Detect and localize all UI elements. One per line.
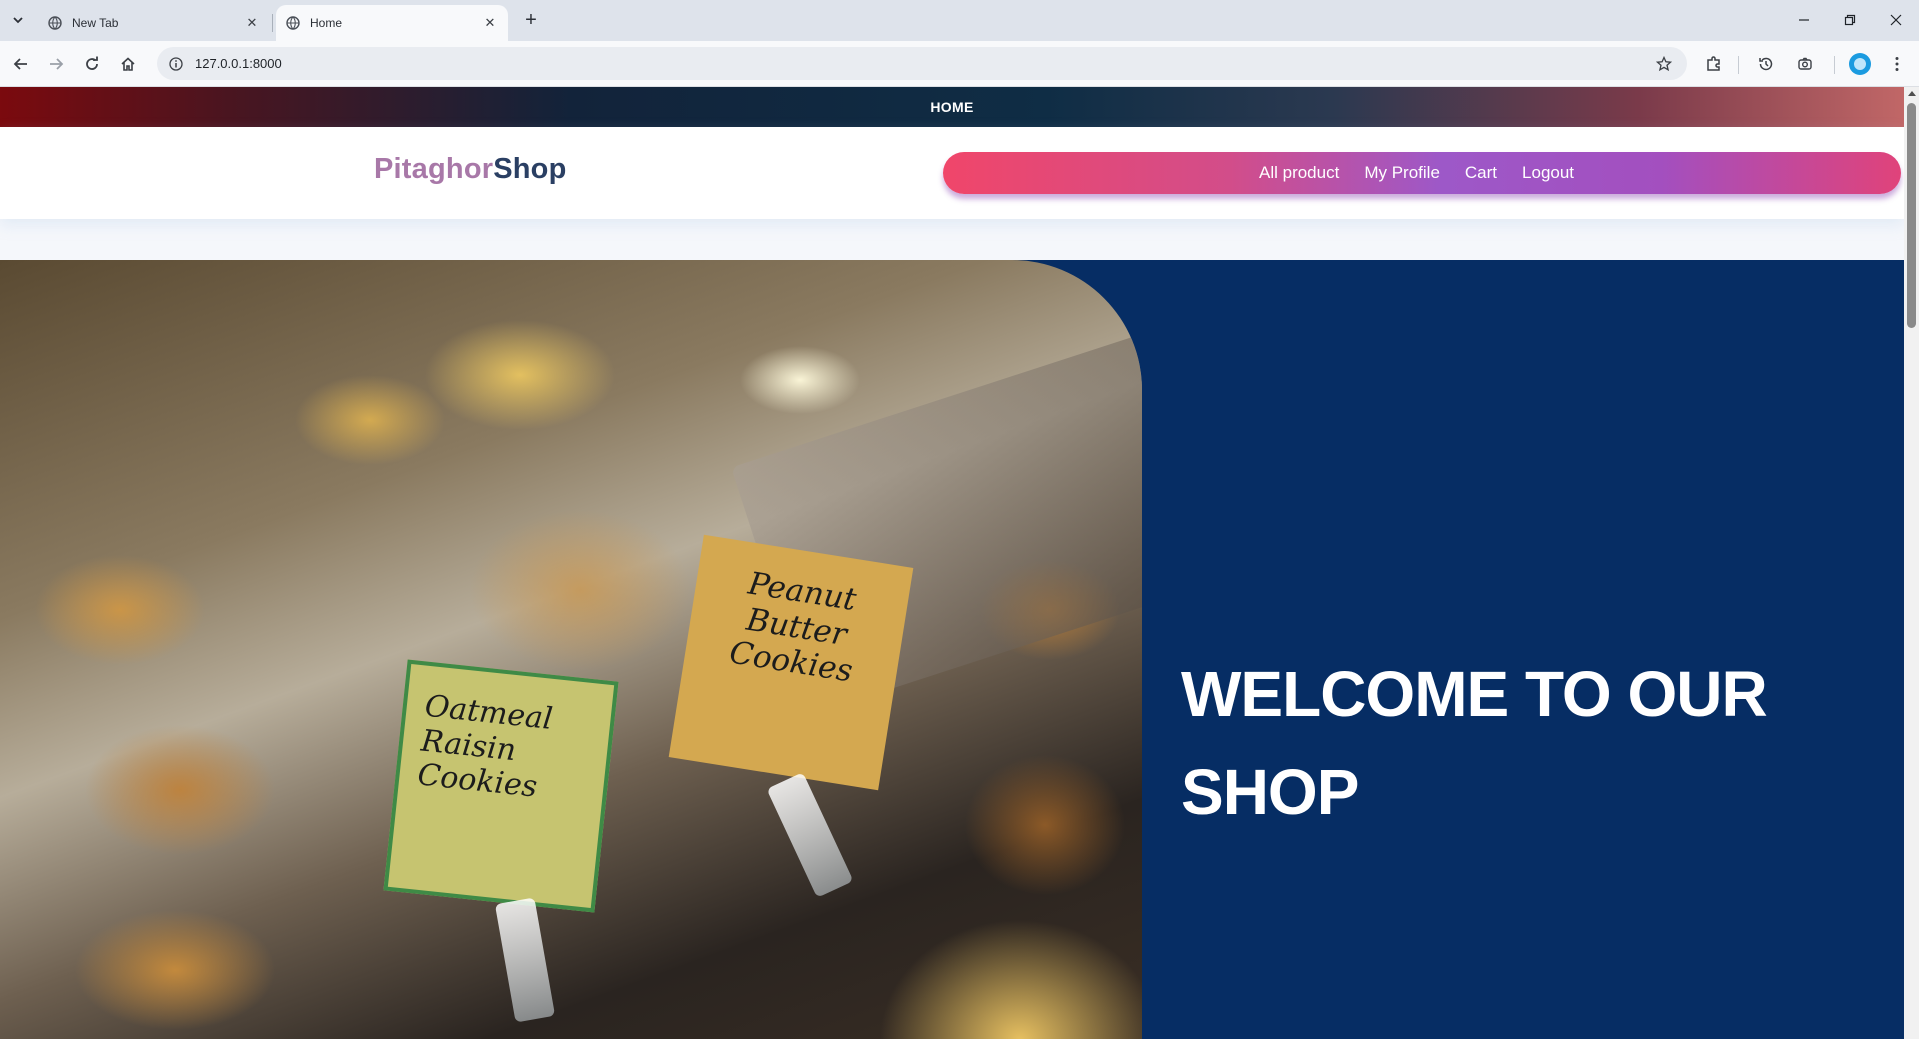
nav-cart[interactable]: Cart xyxy=(1465,163,1497,183)
camera-icon xyxy=(1798,57,1812,70)
sign-clip xyxy=(766,772,854,898)
plus-icon: + xyxy=(525,8,537,31)
back-button[interactable] xyxy=(7,50,35,78)
puzzle-icon xyxy=(1707,56,1720,71)
scroll-up-arrow[interactable] xyxy=(1908,91,1916,96)
reload-icon xyxy=(86,56,98,70)
hero-image-cookies: Peanut Butter Cookies Oatmeal Raisin Coo… xyxy=(0,260,1142,1039)
brand-part2: Shop xyxy=(493,153,567,185)
globe-icon xyxy=(48,16,62,30)
restore-icon xyxy=(1844,14,1856,26)
forward-button[interactable] xyxy=(42,50,70,78)
history-icon xyxy=(1759,57,1773,71)
tab-list-button[interactable] xyxy=(6,8,30,32)
tab-new-tab[interactable]: New Tab ✕ xyxy=(38,5,270,41)
minimize-button[interactable] xyxy=(1781,0,1827,40)
new-tab-button[interactable]: + xyxy=(519,8,543,32)
address-bar[interactable]: 127.0.0.1:8000 xyxy=(157,47,1687,80)
avatar[interactable] xyxy=(1849,53,1871,75)
info-icon[interactable] xyxy=(165,53,187,75)
hero-title: WELCOME TO OUR SHOP xyxy=(1181,658,1768,828)
extensions-button[interactable] xyxy=(1700,50,1728,78)
history-button[interactable] xyxy=(1752,50,1780,78)
page-scrollbar[interactable] xyxy=(1904,87,1919,1039)
restore-button[interactable] xyxy=(1827,0,1873,40)
close-icon xyxy=(1890,14,1902,26)
top-bar: HOME xyxy=(0,87,1904,127)
nav-all-product[interactable]: All product xyxy=(1259,163,1339,183)
sign-clip xyxy=(494,897,556,1023)
close-icon[interactable]: ✕ xyxy=(244,15,260,31)
arrow-right-icon xyxy=(50,58,64,70)
brand-logo[interactable]: PitaghorShop xyxy=(374,153,567,186)
nav-logout[interactable]: Logout xyxy=(1522,163,1574,183)
hero-section: Peanut Butter Cookies Oatmeal Raisin Coo… xyxy=(0,260,1904,1039)
reload-button[interactable] xyxy=(78,50,106,78)
page-viewport: HOME PitaghorShop All product My Profile… xyxy=(0,87,1919,1039)
site-navbar: PitaghorShop All product My Profile Cart… xyxy=(0,127,1904,219)
screenshot-button[interactable] xyxy=(1791,50,1819,78)
home-icon xyxy=(121,57,135,71)
minimize-icon xyxy=(1799,19,1809,21)
browser-menu-button[interactable] xyxy=(1883,50,1911,78)
main-menu: All product My Profile Cart Logout xyxy=(943,152,1901,194)
nav-my-profile[interactable]: My Profile xyxy=(1364,163,1440,183)
tab-title: New Tab xyxy=(72,16,119,30)
close-window-button[interactable] xyxy=(1873,0,1919,40)
globe-icon xyxy=(286,16,300,30)
peanut-butter-sign: Peanut Butter Cookies xyxy=(668,534,914,791)
browser-toolbar: 127.0.0.1:8000 xyxy=(0,41,1919,87)
browser-tab-bar: New Tab ✕ Home ✕ + xyxy=(0,0,1919,41)
arrow-left-icon xyxy=(13,58,27,70)
scrollbar-thumb[interactable] xyxy=(1907,103,1916,328)
top-home-link[interactable]: HOME xyxy=(930,99,973,115)
star-icon[interactable] xyxy=(1653,53,1675,75)
tab-separator xyxy=(272,14,273,32)
url-text[interactable]: 127.0.0.1:8000 xyxy=(195,56,282,71)
brand-part1: Pitaghor xyxy=(374,153,494,185)
home-button[interactable] xyxy=(114,50,142,78)
toolbar-divider xyxy=(1738,56,1739,74)
close-icon[interactable]: ✕ xyxy=(482,15,498,31)
oatmeal-raisin-sign: Oatmeal Raisin Cookies xyxy=(383,659,619,913)
tab-home[interactable]: Home ✕ xyxy=(276,5,508,41)
kebab-menu-icon xyxy=(1895,57,1899,71)
chevron-down-icon xyxy=(13,17,23,24)
tab-title: Home xyxy=(310,16,343,30)
toolbar-divider xyxy=(1834,56,1835,74)
